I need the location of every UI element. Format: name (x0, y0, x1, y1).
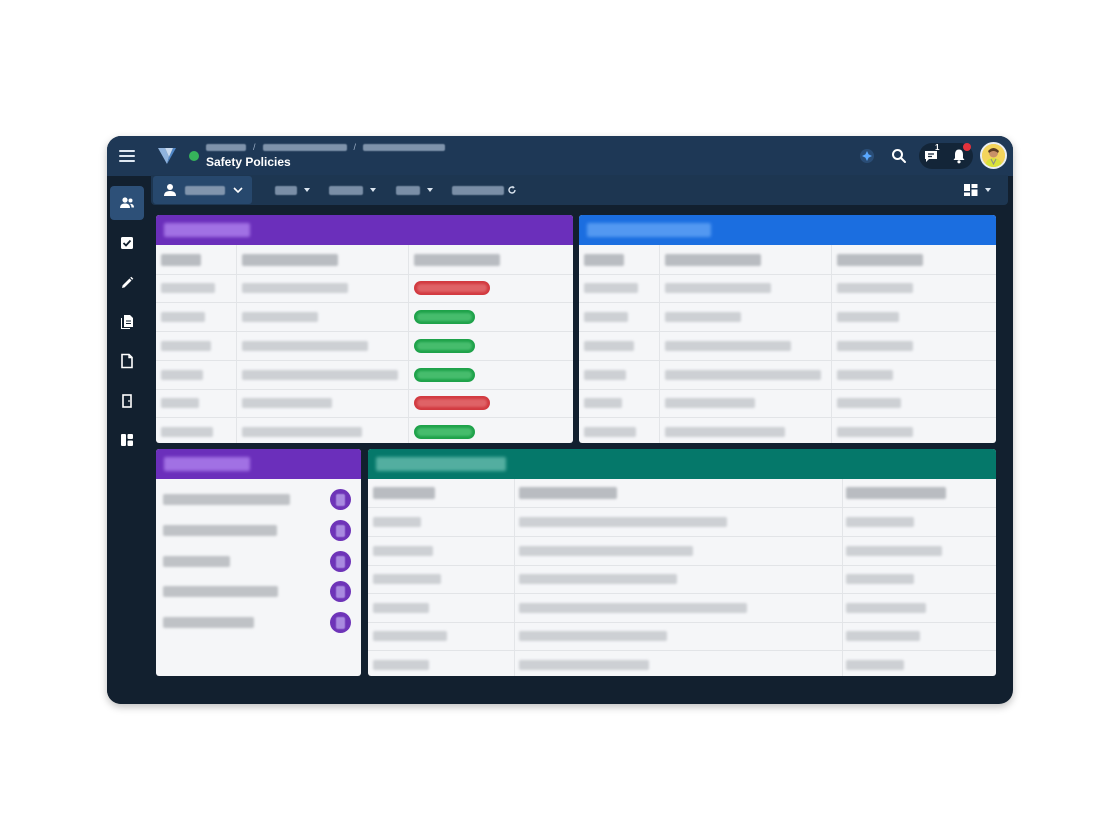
panel-header (368, 449, 996, 479)
blue-table-panel (579, 215, 996, 443)
avatar[interactable] (980, 142, 1007, 169)
user-filter-dropdown[interactable] (153, 176, 252, 204)
sidebar-item-users[interactable] (110, 186, 144, 220)
status-indicator (189, 151, 199, 161)
table-header-cell (161, 254, 201, 266)
breadcrumb-item-3[interactable] (363, 143, 446, 151)
table-header-cell (584, 254, 624, 266)
notification-badge (963, 143, 971, 151)
app-window: / / Safety Policies 1 (107, 136, 1013, 704)
status-pill-green (414, 310, 475, 324)
table-header-cell (373, 487, 435, 499)
page-title: Safety Policies (206, 155, 291, 169)
breadcrumb: / / (206, 142, 446, 152)
caret-down-icon (427, 188, 433, 192)
app-header: / / Safety Policies 1 (107, 136, 1013, 176)
status-pill-green (414, 339, 475, 353)
table-header-cell (837, 254, 923, 266)
teal-table-panel (368, 449, 996, 676)
table-header-cell (665, 254, 761, 266)
panel-title (376, 457, 506, 471)
hamburger-menu-icon[interactable] (119, 148, 135, 164)
user-filter-value (185, 186, 225, 195)
caret-down-icon (304, 188, 310, 192)
users-icon (120, 197, 134, 208)
pencil-icon (122, 276, 134, 288)
sidebar-item-edit[interactable] (110, 266, 144, 300)
document-icon (121, 353, 133, 369)
list-item-status-icon (330, 581, 351, 602)
door-icon (122, 394, 132, 408)
breadcrumb-item-1[interactable] (206, 143, 246, 151)
table-header-cell (846, 487, 946, 499)
user-icon (164, 184, 176, 196)
documents-icon (121, 315, 133, 329)
panel-title (164, 457, 250, 471)
purple-status-table-panel (156, 215, 573, 443)
caret-down-icon (985, 188, 991, 192)
status-pill-red (414, 396, 490, 410)
panel-header (156, 215, 573, 245)
status-pill-red (414, 281, 490, 295)
table-header-cell (242, 254, 338, 266)
chat-count-badge: 1 (935, 143, 940, 152)
filter-dropdown-1[interactable] (275, 184, 310, 196)
status-pill-green (414, 425, 475, 439)
checkbox-icon (121, 237, 133, 249)
sidebar-item-document[interactable] (110, 344, 144, 378)
list-item-status-icon (330, 489, 351, 510)
sidebar (107, 176, 147, 704)
panel-header (579, 215, 996, 245)
panel-header (156, 449, 361, 479)
list-item-status-icon (330, 551, 351, 572)
table-header-cell (414, 254, 500, 266)
sidebar-item-tasks[interactable] (110, 226, 144, 260)
status-pill-green (414, 368, 475, 382)
search-icon[interactable] (889, 146, 909, 166)
layout-grid-icon (964, 184, 978, 196)
breadcrumb-item-2[interactable] (262, 143, 347, 151)
table-header-cell (519, 487, 617, 499)
refresh-filter[interactable] (452, 184, 517, 196)
panel-title (587, 223, 711, 237)
list-item-status-icon (330, 520, 351, 541)
ai-assistant-icon[interactable] (857, 146, 877, 166)
breadcrumb-separator: / (253, 142, 256, 152)
purple-list-panel (156, 449, 361, 676)
breadcrumb-separator: / (353, 142, 357, 152)
filter-toolbar (151, 175, 1008, 205)
filter-dropdown-3[interactable] (396, 184, 433, 196)
sidebar-item-dashboard[interactable] (110, 423, 144, 457)
chevron-down-icon (233, 187, 243, 194)
app-logo (158, 148, 176, 164)
layout-switcher-button[interactable] (963, 181, 999, 199)
caret-down-icon (370, 188, 376, 192)
list-item-status-icon (330, 612, 351, 633)
dashboard-icon (121, 434, 133, 446)
filter-dropdown-2[interactable] (329, 184, 376, 196)
refresh-icon (508, 185, 516, 194)
sidebar-item-exit[interactable] (110, 384, 144, 418)
panel-title (164, 223, 250, 237)
sidebar-item-documents[interactable] (110, 305, 144, 339)
